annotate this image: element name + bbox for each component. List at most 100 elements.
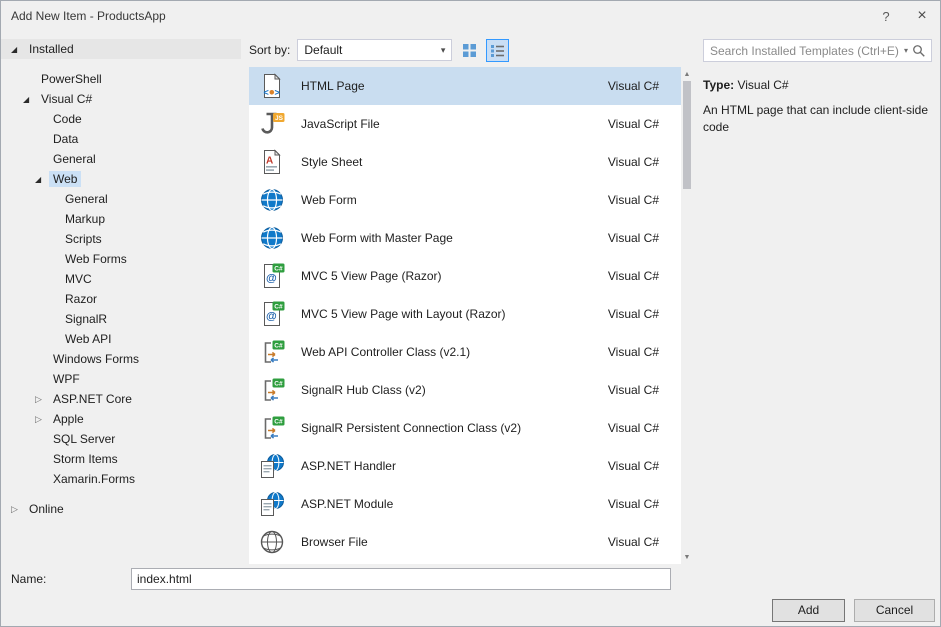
tree-item-label: ASP.NET Core <box>49 391 136 407</box>
collapse-arrow-icon[interactable]: ◢ <box>23 95 37 104</box>
tree-item-label: Markup <box>61 211 109 227</box>
tree-item-markup[interactable]: Markup <box>1 209 241 229</box>
name-label: Name: <box>11 572 131 586</box>
svg-text:>: > <box>275 88 280 98</box>
help-button[interactable]: ? <box>868 1 904 31</box>
expand-arrow-icon[interactable]: ▷ <box>11 504 25 515</box>
sort-dropdown-value: Default <box>304 43 342 57</box>
tree-item-visual-c[interactable]: ◢Visual C# <box>1 89 241 109</box>
tree-item-razor[interactable]: Razor <box>1 289 241 309</box>
sort-dropdown[interactable]: Default ▾ <box>297 39 452 61</box>
template-language: Visual C# <box>608 421 659 435</box>
collapse-arrow-icon[interactable]: ◢ <box>35 175 49 184</box>
template-item-asp-net-handler[interactable]: ASP.NET HandlerVisual C# <box>249 447 681 485</box>
search-input[interactable] <box>710 44 902 58</box>
template-language: Visual C# <box>608 459 659 473</box>
expand-arrow-icon[interactable]: ▷ <box>35 414 49 425</box>
svg-text:C#: C# <box>274 419 283 426</box>
style-sheet-icon: A <box>259 149 285 175</box>
tree-item-code[interactable]: Code <box>1 109 241 129</box>
template-language: Visual C# <box>608 307 659 321</box>
template-item-web-api-controller-class-v2-1[interactable]: C#Web API Controller Class (v2.1)Visual … <box>249 333 681 371</box>
tree-item-web-forms[interactable]: Web Forms <box>1 249 241 269</box>
type-label: Type: <box>703 78 734 92</box>
tree-item-mvc[interactable]: MVC <box>1 269 241 289</box>
template-name: Web Form with Master Page <box>301 231 608 245</box>
template-item-web-form-with-master-page[interactable]: Web Form with Master PageVisual C# <box>249 219 681 257</box>
scroll-down-icon[interactable]: ▼ <box>681 550 693 564</box>
list-view-button[interactable] <box>487 40 508 61</box>
template-item-asp-net-module[interactable]: ASP.NET ModuleVisual C# <box>249 485 681 523</box>
template-item-javascript-file[interactable]: JSJavaScript FileVisual C# <box>249 105 681 143</box>
tree-item-online[interactable]: ▷Online <box>1 499 241 519</box>
template-pane: Sort by: Default ▾ <>HTML PageVisual C#J… <box>241 31 693 564</box>
template-list-wrap: <>HTML PageVisual C#JSJavaScript FileVis… <box>249 67 693 564</box>
tree-item-general[interactable]: General <box>1 149 241 169</box>
expand-arrow-icon[interactable]: ▷ <box>35 394 49 405</box>
sort-toolbar: Sort by: Default ▾ <box>249 37 693 63</box>
scrollbar-track[interactable] <box>681 81 693 550</box>
template-item-web-form[interactable]: Web FormVisual C# <box>249 181 681 219</box>
web-form-master-icon <box>259 225 285 251</box>
tree-item-windows-forms[interactable]: Windows Forms <box>1 349 241 369</box>
template-language: Visual C# <box>608 497 659 511</box>
name-input[interactable] <box>131 568 671 590</box>
tree-item-apple[interactable]: ▷Apple <box>1 409 241 429</box>
template-item-signalr-persistent-connection-class-v2[interactable]: C# SignalR Persistent Connection Class (v… <box>249 409 681 447</box>
template-language: Visual C# <box>608 79 659 93</box>
tree-item-label: Data <box>49 131 82 147</box>
signalr-connection-class-icon: C# <box>259 415 285 441</box>
tree-item-xamarin-forms[interactable]: Xamarin.Forms <box>1 469 241 489</box>
details-pane: ▾ Type: Visual C# An HTML page that can … <box>693 31 940 564</box>
add-button[interactable]: Add <box>772 599 845 622</box>
tree-item-data[interactable]: Data <box>1 129 241 149</box>
template-item-mvc-5-view-page-razor[interactable]: @C#MVC 5 View Page (Razor)Visual C# <box>249 257 681 295</box>
template-name: ASP.NET Module <box>301 497 608 511</box>
scroll-up-icon[interactable]: ▲ <box>681 67 693 81</box>
tree-item-web[interactable]: ◢Web <box>1 169 241 189</box>
template-item-signalr-hub-class-v2[interactable]: C# SignalR Hub Class (v2)Visual C# <box>249 371 681 409</box>
svg-text:C#: C# <box>274 343 283 350</box>
template-type-row: Type: Visual C# <box>703 78 932 92</box>
template-item-browser-file[interactable]: Browser FileVisual C# <box>249 523 681 561</box>
template-description: An HTML page that can include client-sid… <box>703 102 932 137</box>
title-bar: Add New Item - ProductsApp ? × <box>1 1 940 31</box>
template-item-mvc-5-view-page-with-layout-razor[interactable]: @C#MVC 5 View Page with Layout (Razor)Vi… <box>249 295 681 333</box>
tree-item-general[interactable]: General <box>1 189 241 209</box>
scrollbar-thumb[interactable] <box>683 81 691 189</box>
template-name: ASP.NET Handler <box>301 459 608 473</box>
tree-item-scripts[interactable]: Scripts <box>1 229 241 249</box>
search-icon[interactable] <box>912 44 926 58</box>
svg-text:C#: C# <box>274 381 283 388</box>
tree-item-installed[interactable]: ◢Installed <box>1 39 241 59</box>
tree-item-sql-server[interactable]: SQL Server <box>1 429 241 449</box>
template-item-html-page[interactable]: <>HTML PageVisual C# <box>249 67 681 105</box>
javascript-file-icon: JS <box>259 111 285 137</box>
tree-item-asp-net-core[interactable]: ▷ASP.NET Core <box>1 389 241 409</box>
template-language: Visual C# <box>608 383 659 397</box>
cancel-button[interactable]: Cancel <box>854 599 935 622</box>
tree-item-label: Online <box>25 501 68 517</box>
tree-item-storm-items[interactable]: Storm Items <box>1 449 241 469</box>
tree-item-powershell[interactable]: PowerShell <box>1 69 241 89</box>
svg-text:<: < <box>264 88 269 98</box>
web-api-class-icon: C# <box>259 339 285 365</box>
tree-item-signalr[interactable]: SignalR <box>1 309 241 329</box>
search-dropdown-icon[interactable]: ▾ <box>902 46 912 55</box>
svg-text:@: @ <box>266 311 277 323</box>
template-name: SignalR Persistent Connection Class (v2) <box>301 421 608 435</box>
collapse-arrow-icon[interactable]: ◢ <box>11 45 25 54</box>
aspnet-module-icon <box>259 491 285 517</box>
tree-item-label: Apple <box>49 411 88 427</box>
template-item-style-sheet[interactable]: AStyle SheetVisual C# <box>249 143 681 181</box>
svg-text:@: @ <box>266 273 277 285</box>
svg-text:JS: JS <box>275 115 284 122</box>
medium-icons-view-button[interactable] <box>459 40 480 61</box>
close-button[interactable]: × <box>904 1 940 31</box>
template-list-scrollbar[interactable]: ▲ ▼ <box>681 67 693 564</box>
template-name: SignalR Hub Class (v2) <box>301 383 608 397</box>
web-form-icon <box>259 187 285 213</box>
tree-item-web-api[interactable]: Web API <box>1 329 241 349</box>
tree-item-wpf[interactable]: WPF <box>1 369 241 389</box>
window-title: Add New Item - ProductsApp <box>11 9 166 23</box>
